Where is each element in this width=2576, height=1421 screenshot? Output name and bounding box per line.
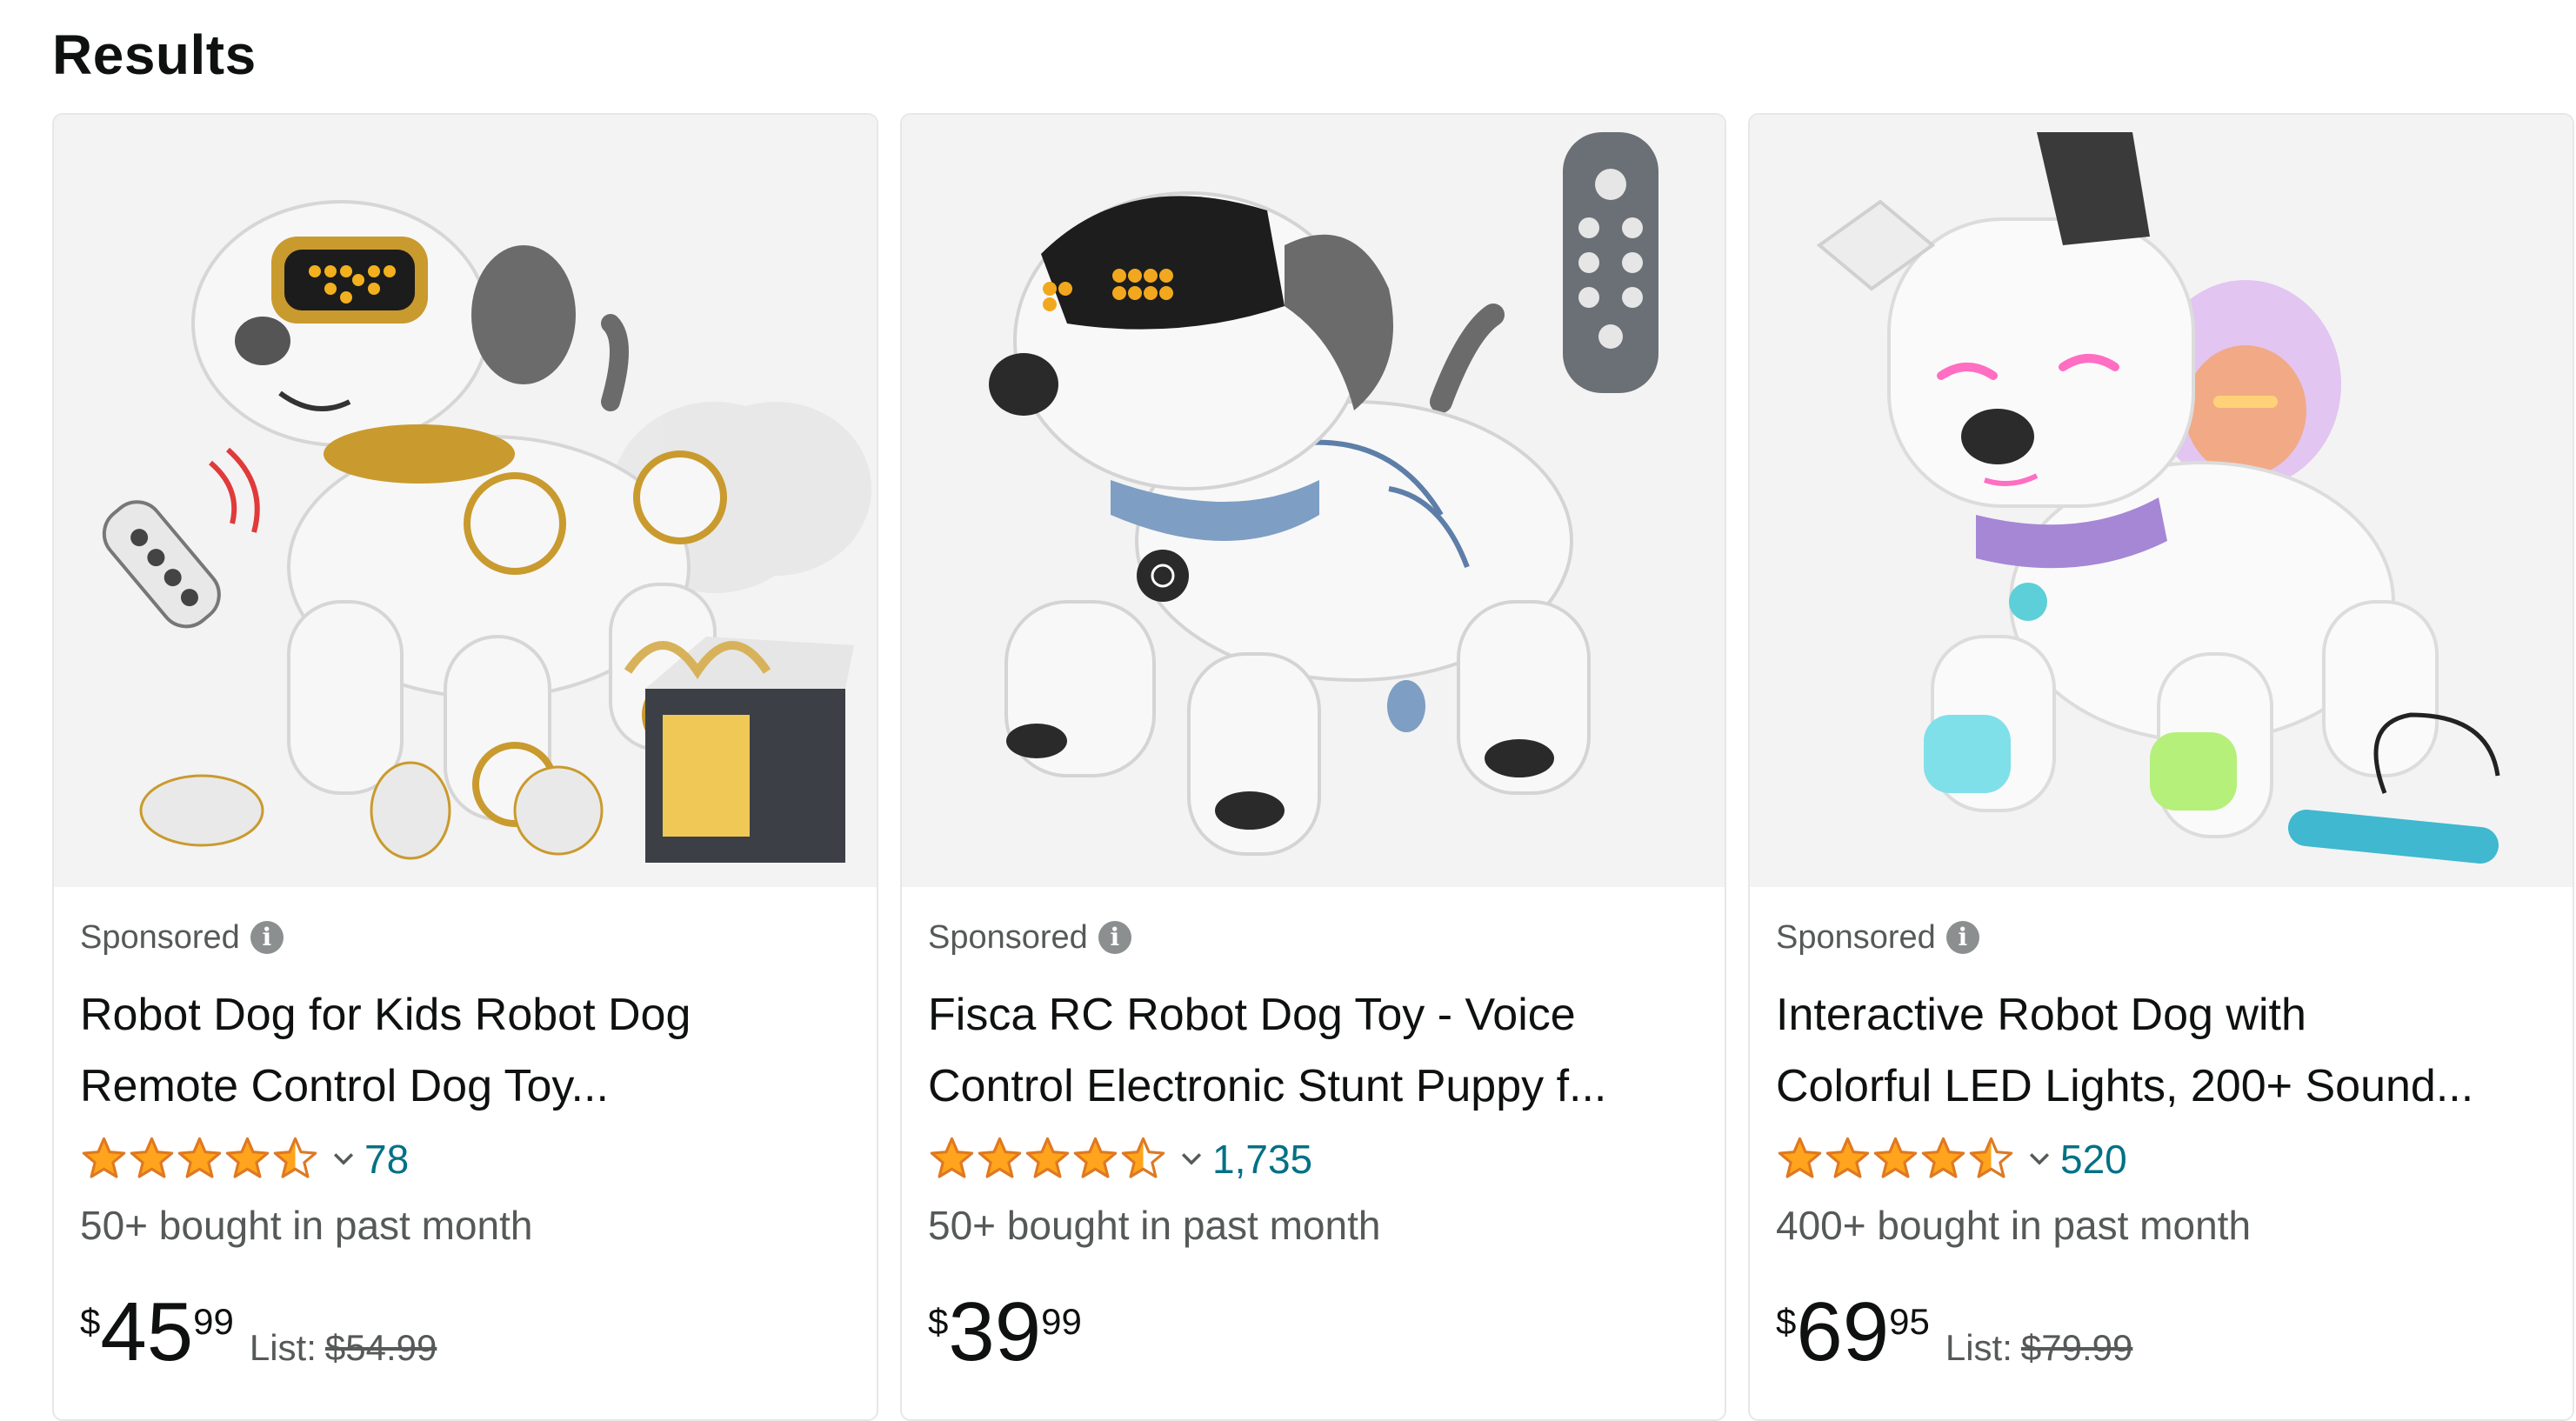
- product-title-line: Remote Control Dog Toy...: [80, 1061, 609, 1111]
- review-count[interactable]: 78: [364, 1136, 409, 1183]
- star-icon: [225, 1137, 270, 1178]
- price[interactable]: $ 39 99: [928, 1291, 1082, 1374]
- info-icon[interactable]: i: [250, 921, 284, 954]
- info-icon[interactable]: i: [1098, 921, 1131, 954]
- product-image[interactable]: [902, 115, 1725, 887]
- product-title-line: Fisca RC Robot Dog Toy - Voice: [928, 990, 1576, 1040]
- star-icon: [1825, 1137, 1870, 1178]
- white-blue-robot-dog-with-remote-image: [902, 115, 1725, 887]
- product-card: Sponsored i Robot Dog for Kids Robot Dog…: [52, 113, 878, 1421]
- product-title-line: Control Electronic Stunt Puppy f...: [928, 1061, 1607, 1111]
- list-price: $79.99: [2020, 1327, 2133, 1368]
- star-icon: [130, 1137, 174, 1178]
- price[interactable]: $ 45 99: [80, 1291, 234, 1374]
- list-price-label: List:: [249, 1327, 317, 1368]
- price-fraction: 99: [193, 1301, 234, 1342]
- price-whole: 69: [1796, 1285, 1890, 1378]
- sponsored-label: Sponsored: [1776, 918, 1936, 956]
- star-icon: [82, 1137, 126, 1178]
- bought-past-month: 50+ bought in past month: [80, 1203, 533, 1248]
- white-led-robot-dog-image: [1750, 115, 2573, 887]
- star-icon: [1025, 1137, 1070, 1178]
- review-count[interactable]: 1,735: [1212, 1136, 1312, 1183]
- bought-past-month: 50+ bought in past month: [928, 1203, 1381, 1248]
- star-icon: [273, 1137, 317, 1178]
- product-card: Sponsored i Interactive Robot Dog with C…: [1748, 113, 2574, 1421]
- review-count[interactable]: 520: [2060, 1136, 2127, 1183]
- star-icon: [1121, 1137, 1165, 1178]
- list-price-label: List:: [1945, 1327, 2012, 1368]
- star-icon: [1873, 1137, 1918, 1178]
- product-title-line: Interactive Robot Dog with: [1776, 990, 2306, 1040]
- price-fraction: 99: [1041, 1301, 1082, 1342]
- chevron-down-icon[interactable]: [331, 1147, 356, 1171]
- price-symbol: $: [1776, 1301, 1797, 1342]
- star-icon: [1073, 1137, 1118, 1178]
- sponsored-label: Sponsored: [928, 918, 1088, 956]
- product-title[interactable]: Interactive Robot Dog with Colorful LED …: [1776, 979, 2546, 1122]
- list-price: $54.99: [324, 1327, 437, 1368]
- results-grid: Sponsored i Robot Dog for Kids Robot Dog…: [52, 113, 2576, 1421]
- gold-white-robot-dog-with-remote-image: [54, 115, 877, 887]
- star-rating[interactable]: [928, 1136, 1167, 1183]
- star-icon: [1969, 1137, 2013, 1178]
- star-icon: [177, 1137, 222, 1178]
- star-rating[interactable]: [1776, 1136, 2015, 1183]
- product-title[interactable]: Fisca RC Robot Dog Toy - Voice Control E…: [928, 979, 1698, 1122]
- price[interactable]: $ 69 95: [1776, 1291, 1930, 1374]
- star-icon: [978, 1137, 1022, 1178]
- chevron-down-icon[interactable]: [2027, 1147, 2052, 1171]
- product-title-line: Colorful LED Lights, 200+ Sound...: [1776, 1061, 2474, 1111]
- product-title[interactable]: Robot Dog for Kids Robot Dog Remote Cont…: [80, 979, 851, 1122]
- product-title-line: Robot Dog for Kids Robot Dog: [80, 990, 691, 1040]
- chevron-down-icon[interactable]: [1179, 1147, 1204, 1171]
- price-symbol: $: [80, 1301, 101, 1342]
- product-card: Sponsored i Fisca RC Robot Dog Toy - Voi…: [900, 113, 1726, 1421]
- info-icon[interactable]: i: [1945, 921, 1979, 954]
- star-icon: [1921, 1137, 1965, 1178]
- price-fraction: 95: [1889, 1301, 1930, 1342]
- price-whole: 39: [948, 1285, 1042, 1378]
- bought-past-month: 400+ bought in past month: [1776, 1203, 2252, 1248]
- product-image[interactable]: [1750, 115, 2573, 887]
- star-rating[interactable]: [80, 1136, 319, 1183]
- sponsored-label: Sponsored: [80, 918, 240, 956]
- price-whole: 45: [100, 1285, 194, 1378]
- product-image[interactable]: [54, 115, 877, 887]
- price-symbol: $: [928, 1301, 949, 1342]
- page-title: Results: [52, 23, 257, 86]
- star-icon: [930, 1137, 974, 1178]
- star-icon: [1778, 1137, 1822, 1178]
